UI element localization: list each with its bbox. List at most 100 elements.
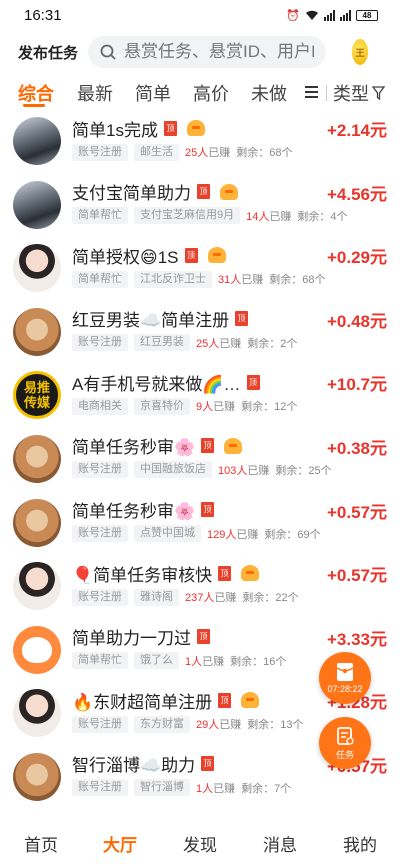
task-reward: +0.57元 [326, 502, 387, 522]
task-reward: +3.33元 [326, 629, 387, 649]
earned-count: 103人已赚 [218, 462, 269, 478]
task-title: 简单任务秒审🌸 [72, 438, 196, 458]
earned-number: 129人 [207, 528, 237, 541]
task-row[interactable]: 红豆男装☁️简单注册顶账号注册 红豆男装 25人已赚 剩余：2个 +0.48元 [0, 301, 400, 365]
task-title: 简单任务秒审🌸 [72, 502, 196, 522]
nav-hall[interactable]: 大厅 [103, 831, 137, 856]
status-icons: ⏰ 48 [286, 9, 378, 22]
tab-high-price[interactable]: 高价 [193, 80, 229, 106]
earned-number: 9人 [196, 401, 214, 414]
menu-icon[interactable] [305, 86, 318, 98]
task-category-tag: 账号注册 [72, 461, 128, 479]
battery-icon: 48 [356, 9, 378, 21]
publisher-avatar[interactable]: 易推 传媒 [13, 371, 61, 420]
task-app-tag: 京喜特价 [134, 397, 190, 415]
earned-suffix: 已赚 [236, 528, 259, 541]
pinned-badge: 顶 [201, 502, 215, 518]
task-reward: +0.57元 [326, 566, 387, 586]
earned-suffix: 已赚 [213, 401, 236, 414]
task-category-tag: 账号注册 [72, 779, 128, 797]
earned-count: 1人已赚 [185, 653, 224, 669]
task-title: A有手机号就来做🌈… [72, 374, 241, 394]
task-app-tag: 点赞中国城 [134, 525, 201, 543]
task-row[interactable]: 支付宝简单助力顶简单帮忙 支付宝芝麻信用9月 14人已赚 剩余：4个 +4.56元 [0, 174, 400, 238]
task-meta: 简单帮忙 江北反诈卫士 31人已赚 剩余：68个 [72, 270, 326, 288]
nav-discover[interactable]: 发现 [183, 831, 217, 856]
remaining-count: 剩余：25个 [275, 464, 332, 477]
task-title: 🎈简单任务审核快 [72, 565, 213, 585]
task-row[interactable]: 简单1s完成顶账号注册 邮生活 25人已赚 剩余：68个 +2.14元 [0, 110, 400, 174]
remaining-count: 剩余：16个 [230, 655, 287, 668]
task-title-line: 简单助力一刀过顶 [72, 625, 210, 649]
avatar-logo-text: 易推 [23, 380, 50, 396]
publisher-avatar[interactable] [13, 498, 61, 547]
task-app-tag: 中国融旅饭店 [134, 461, 212, 479]
guarantee-icon [220, 183, 238, 200]
task-title: 简单助力一刀过 [72, 629, 191, 649]
publisher-avatar[interactable] [13, 180, 61, 229]
earned-count: 25人已赚 [185, 144, 230, 160]
task-meta: 简单帮忙 饿了么 1人已赚 剩余：16个 [72, 652, 286, 670]
task-row[interactable]: 简单任务秒审🌸 顶账号注册 点赞中国城 129人已赚 剩余：69个 +0.57元 [0, 492, 400, 556]
countdown-redpacket-button[interactable]: 07:28:22 [319, 652, 371, 704]
task-app-tag: 饿了么 [134, 652, 179, 670]
publisher-avatar[interactable] [13, 244, 61, 293]
task-title: 支付宝简单助力 [72, 184, 191, 204]
search-box[interactable] [88, 36, 326, 68]
nav-messages[interactable]: 消息 [263, 831, 297, 856]
pinned-badge: 顶 [246, 374, 260, 390]
earned-number: 103人 [218, 464, 248, 477]
publisher-avatar[interactable] [13, 117, 61, 165]
task-title: 红豆男装☁️简单注册 [72, 311, 230, 331]
wifi-icon [306, 10, 318, 20]
nav-mine[interactable]: 我的 [343, 831, 377, 856]
task-title-line: 支付宝简单助力顶 [72, 180, 238, 204]
task-app-tag: 江北反诈卫士 [134, 270, 212, 288]
task-category-tag: 简单帮忙 [72, 270, 128, 288]
signal-1-icon [324, 9, 335, 21]
task-meta: 账号注册 智行淄博 1人已赚 剩余：7个 [72, 779, 291, 797]
earned-suffix: 已赚 [213, 782, 236, 795]
task-float-button[interactable]: 任务 [319, 717, 371, 769]
pinned-badge: 顶 [235, 311, 249, 327]
gold-coin-icon[interactable]: 王 [352, 39, 368, 65]
earned-number: 29人 [196, 719, 220, 732]
pinned-badge: 顶 [163, 120, 177, 136]
task-row[interactable]: 简单授权😄1S 顶简单帮忙 江北反诈卫士 31人已赚 剩余：68个 +0.29元 [0, 237, 400, 301]
earned-suffix: 已赚 [269, 210, 292, 223]
task-row[interactable]: 简单任务秒审🌸 顶账号注册 中国融旅饭店 103人已赚 剩余：25个 +0.38元 [0, 428, 400, 492]
publisher-avatar[interactable] [13, 689, 61, 738]
publisher-avatar[interactable] [13, 434, 61, 483]
publish-task-button[interactable]: 发布任务 [18, 42, 80, 63]
pinned-badge: 顶 [218, 565, 232, 581]
publisher-avatar[interactable] [13, 625, 61, 674]
task-row[interactable]: 易推 传媒 A有手机号就来做🌈… 顶电商相关 京喜特价 9人已赚 剩余：12个 +10.7元 [0, 364, 400, 428]
task-category-tag: 账号注册 [72, 588, 128, 606]
task-reward: +0.38元 [326, 438, 387, 458]
search-input[interactable] [124, 42, 314, 62]
task-reward: +2.14元 [326, 121, 387, 140]
nav-home[interactable]: 首页 [24, 831, 58, 856]
earned-number: 31人 [218, 274, 242, 287]
task-list: 简单1s完成顶账号注册 邮生活 25人已赚 剩余：68个 +2.14元 支付宝简单助力顶简… [0, 110, 400, 810]
type-filter-button[interactable]: 类型 [333, 80, 369, 106]
filter-icon[interactable] [372, 86, 385, 100]
tab-not-done[interactable]: 未做 [251, 80, 287, 106]
tab-simple[interactable]: 简单 [135, 80, 171, 106]
publisher-avatar[interactable] [13, 562, 61, 611]
tab-latest[interactable]: 最新 [77, 80, 113, 106]
task-title-line: 简单任务秒审🌸 顶 [72, 434, 243, 458]
alarm-icon: ⏰ [286, 9, 300, 22]
task-row[interactable]: 🎈简单任务审核快顶账号注册 雅诗阁 237人已赚 剩余：22个 +0.57元 [0, 555, 400, 619]
tab-comprehensive[interactable]: 综合 [18, 80, 54, 106]
task-app-tag: 邮生活 [134, 143, 179, 161]
search-icon [100, 44, 116, 60]
guarantee-icon [186, 120, 205, 136]
publisher-avatar[interactable] [13, 752, 61, 801]
task-title: 简单1s完成 [72, 120, 158, 140]
remaining-count: 剩余：12个 [241, 401, 298, 414]
guarantee-icon [224, 437, 243, 454]
earned-count: 14人已赚 [246, 208, 291, 224]
remaining-count: 剩余：22个 [242, 592, 299, 605]
publisher-avatar[interactable] [13, 307, 61, 356]
